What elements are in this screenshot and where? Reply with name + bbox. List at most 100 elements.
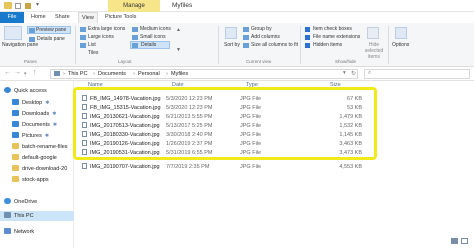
details-pane-button[interactable]: Details pane (37, 36, 65, 42)
nav-drive-download[interactable]: drive-download-20 (0, 164, 74, 174)
window-title: Myfiles (172, 2, 193, 9)
pin-icon: ✱ (45, 100, 50, 106)
options-icon (395, 27, 407, 39)
refresh-icon[interactable]: ↻ (351, 70, 356, 77)
size-all-columns-button[interactable]: Size all columns to fit (251, 42, 298, 48)
new-folder-icon[interactable] (25, 3, 31, 9)
pin-icon: ✱ (52, 122, 58, 128)
address-dropdown-icon[interactable]: ▾ (343, 70, 346, 76)
back-arrow-icon[interactable]: ← (4, 69, 11, 76)
tab-picture-tools[interactable]: Picture Tools (102, 12, 139, 23)
file-name-cell: IMG_20190707-Vacation.jpg (82, 163, 160, 172)
small-icons-icon (132, 35, 138, 40)
address-bar: ← → ▾ ↑ › This PC › Documents › Personal… (0, 67, 474, 81)
nav-label: This PC (14, 213, 34, 219)
layout-details-label: Details (141, 42, 157, 48)
tab-view[interactable]: View (78, 12, 98, 23)
nav-label: Pictures (22, 133, 42, 139)
hidden-items-checkbox[interactable] (305, 43, 310, 48)
nav-network[interactable]: Network (0, 227, 74, 237)
forward-arrow-icon[interactable]: → (14, 69, 21, 76)
nav-onedrive[interactable]: OneDrive (0, 197, 74, 207)
file-row[interactable]: IMG_20190707-Vacation.jpg 7/7/2019 2:35 … (80, 163, 370, 172)
cloud-icon (4, 198, 11, 204)
nav-batch-rename-files[interactable]: batch-rename-files (0, 142, 74, 152)
current-view-group-label: Current view (246, 59, 272, 64)
tab-share[interactable]: Share (52, 12, 73, 23)
recent-locations-icon[interactable]: ▾ (24, 71, 27, 77)
up-arrow-icon[interactable]: ↑ (33, 69, 37, 76)
breadcrumb-personal[interactable]: Personal (138, 71, 160, 77)
pin-icon: ✱ (44, 133, 50, 139)
options-button[interactable]: Options (392, 42, 409, 48)
nav-label: batch-rename-files (22, 144, 68, 150)
nav-label: Downloads (22, 111, 50, 117)
breadcrumb-myfiles[interactable]: Myfiles (171, 71, 188, 77)
navigation-pane-button[interactable]: Navigation pane (2, 42, 38, 48)
nav-label: drive-download-20 (22, 166, 68, 172)
group-by-icon (243, 27, 249, 32)
ribbon: Navigation pane Preview pane Details pan… (0, 23, 474, 67)
folder-icon (12, 143, 19, 149)
tab-file[interactable]: File (0, 12, 24, 23)
item-check-boxes-checkbox[interactable] (305, 27, 310, 32)
large-icons-view-icon[interactable] (461, 238, 468, 244)
quick-access-toolbar-icon[interactable] (15, 3, 21, 9)
breadcrumb-separator: › (63, 71, 65, 77)
layout-tiles[interactable]: Tiles (88, 50, 98, 56)
desktop-icon (12, 99, 19, 105)
navigation-pane-icon[interactable] (4, 26, 22, 40)
nav-this-pc[interactable]: This PC (0, 211, 74, 221)
nav-stock-apps[interactable]: stock-apps (0, 175, 74, 185)
folder-icon (12, 165, 19, 171)
folder-icon (12, 154, 19, 160)
search-icon: ⌕ (368, 70, 372, 76)
file-name-extensions-label: File name extensions (313, 34, 361, 40)
layout-small-icons[interactable]: Small icons (140, 34, 166, 40)
file-name-extensions-checkbox[interactable] (305, 35, 310, 40)
add-columns-button[interactable]: Add columns (251, 34, 280, 40)
breadcrumb-this-pc[interactable]: This PC (68, 71, 88, 77)
ribbon-divider (218, 26, 219, 64)
preview-pane-icon (29, 28, 35, 33)
nav-desktop[interactable]: Desktop ✱ (0, 98, 74, 108)
sort-by-button[interactable]: Sort by (224, 42, 240, 48)
layout-extra-large-icons[interactable]: Extra large icons (88, 26, 125, 32)
nav-pictures[interactable]: Pictures ✱ (0, 131, 74, 141)
search-input[interactable]: ⌕ (364, 69, 470, 79)
nav-label: OneDrive (14, 199, 38, 205)
documents-icon (12, 121, 19, 127)
pin-icon: ✱ (52, 111, 57, 117)
breadcrumb-documents[interactable]: Documents (98, 71, 126, 77)
tab-home[interactable]: Home (28, 12, 49, 23)
layout-medium-icons[interactable]: Medium icons (140, 26, 171, 32)
layout-large-icons[interactable]: Large icons (88, 34, 114, 40)
details-icon (132, 43, 138, 48)
nav-downloads[interactable]: Downloads ✱ (0, 109, 74, 119)
highlight-frame (73, 87, 377, 160)
nav-documents[interactable]: Documents ✱ (0, 120, 74, 130)
manage-tab[interactable]: Manage (108, 0, 160, 12)
layout-more-icon[interactable]: ▼ (176, 47, 181, 53)
nav-quick-access[interactable]: Quick access (0, 86, 74, 96)
layout-scroll-up-icon[interactable]: ▲ (176, 27, 181, 33)
show-hide-group-label: Show/hide (335, 59, 357, 64)
hidden-items-label: Hidden items (313, 42, 343, 48)
layout-list[interactable]: List (88, 42, 96, 48)
title-bar: ▾ Manage Myfiles (0, 0, 474, 12)
breadcrumb[interactable]: › This PC › Documents › Personal › Myfil… (50, 69, 358, 79)
file-size: 4,553 KB (339, 164, 362, 170)
nav-default-google[interactable]: default-google (0, 153, 74, 163)
chevron-down-icon[interactable]: ▾ (36, 1, 39, 8)
network-icon (4, 228, 11, 234)
folder-icon (12, 176, 19, 182)
group-by-button[interactable]: Group by (251, 26, 272, 32)
folder-icon (4, 2, 12, 9)
details-view-icon[interactable] (451, 238, 458, 244)
hide-selected-items-icon (367, 27, 379, 39)
downloads-icon (12, 110, 19, 116)
nav-label: default-google (22, 155, 57, 161)
hide-selected-items-button[interactable]: Hide selected items (362, 42, 386, 60)
size-columns-icon (243, 43, 249, 48)
extra-large-icons-icon (80, 27, 86, 32)
